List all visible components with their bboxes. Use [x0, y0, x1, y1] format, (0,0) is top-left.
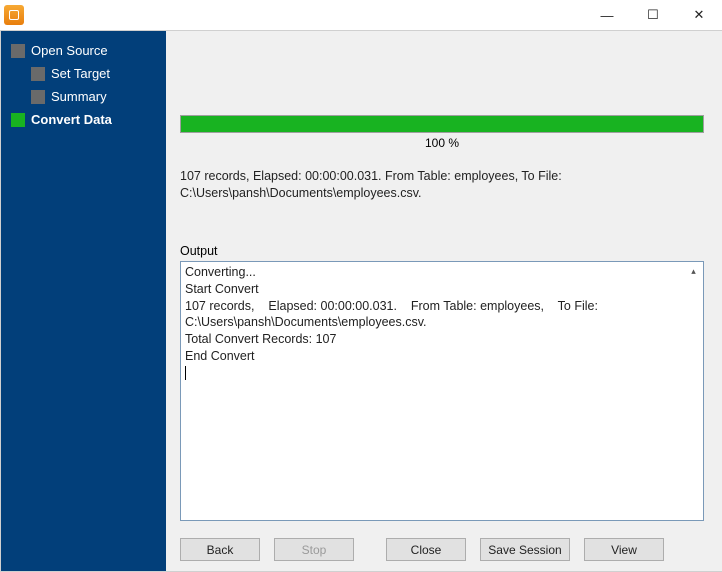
- output-textarea[interactable]: Converting... Start Convert 107 records,…: [180, 261, 704, 521]
- stop-button: Stop: [274, 538, 354, 561]
- step-box-icon: [31, 90, 45, 104]
- progress-bar: [180, 115, 704, 133]
- step-box-icon: [31, 67, 45, 81]
- main-panel: 100 % 107 records, Elapsed: 00:00:00.031…: [166, 31, 722, 571]
- scroll-up-icon[interactable]: ▴: [686, 264, 701, 279]
- sidebar-item-set-target[interactable]: Set Target: [1, 62, 166, 85]
- titlebar: — ☐ ✕: [0, 0, 722, 30]
- output-text: Converting... Start Convert 107 records,…: [185, 265, 601, 363]
- step-box-icon: [11, 113, 25, 127]
- save-session-button[interactable]: Save Session: [480, 538, 570, 561]
- text-caret: [185, 366, 186, 380]
- sidebar-item-summary[interactable]: Summary: [1, 85, 166, 108]
- sidebar-item-label: Convert Data: [31, 112, 112, 127]
- progress-fill: [181, 116, 703, 132]
- wizard-sidebar: Open Source Set Target Summary Convert D…: [1, 31, 166, 571]
- conversion-summary: 107 records, Elapsed: 00:00:00.031. From…: [180, 168, 704, 202]
- output-label: Output: [180, 244, 704, 258]
- back-button[interactable]: Back: [180, 538, 260, 561]
- view-button[interactable]: View: [584, 538, 664, 561]
- sidebar-item-label: Set Target: [51, 66, 110, 81]
- app-icon: [4, 5, 24, 25]
- maximize-button[interactable]: ☐: [630, 0, 676, 30]
- sidebar-item-label: Open Source: [31, 43, 108, 58]
- step-box-icon: [11, 44, 25, 58]
- sidebar-item-open-source[interactable]: Open Source: [1, 39, 166, 62]
- sidebar-item-label: Summary: [51, 89, 107, 104]
- close-button[interactable]: Close: [386, 538, 466, 561]
- minimize-button[interactable]: —: [584, 0, 630, 30]
- close-window-button[interactable]: ✕: [676, 0, 722, 30]
- progress-percent-label: 100 %: [180, 136, 704, 150]
- window-controls: — ☐ ✕: [584, 0, 722, 30]
- button-row: Back Stop Close Save Session View: [166, 530, 722, 571]
- sidebar-item-convert-data[interactable]: Convert Data: [1, 108, 166, 131]
